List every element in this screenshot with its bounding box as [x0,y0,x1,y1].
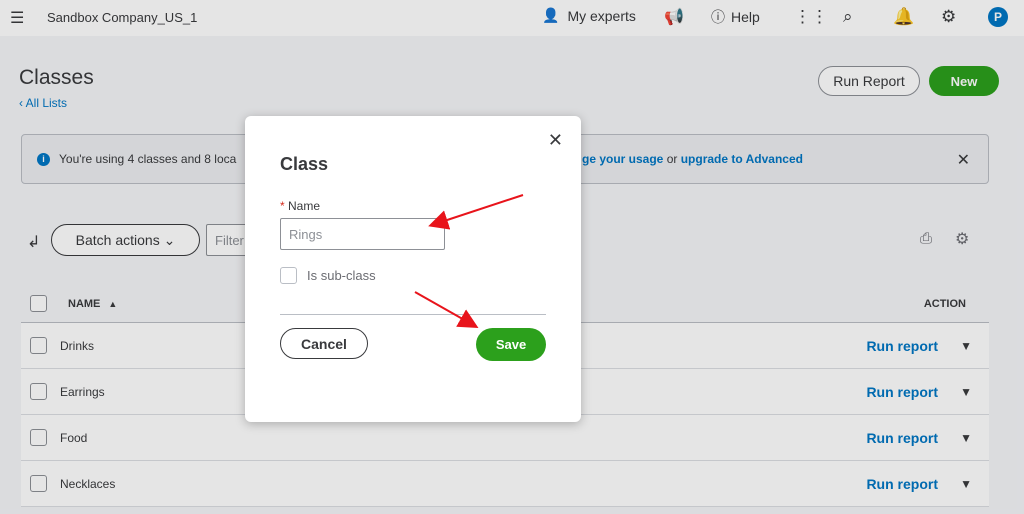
close-dialog-icon[interactable]: ✕ [548,130,563,151]
class-dialog: ✕ Class * Name Is sub-class Cancel Save [245,116,581,422]
save-button[interactable]: Save [476,328,546,361]
dialog-title: Class [280,154,329,174]
name-label: * Name [280,199,321,213]
sub-class-option[interactable]: Is sub-class [280,267,376,284]
sub-class-checkbox[interactable] [280,267,297,284]
dialog-divider [280,314,546,315]
name-field[interactable] [280,218,445,250]
cancel-button[interactable]: Cancel [280,328,368,359]
